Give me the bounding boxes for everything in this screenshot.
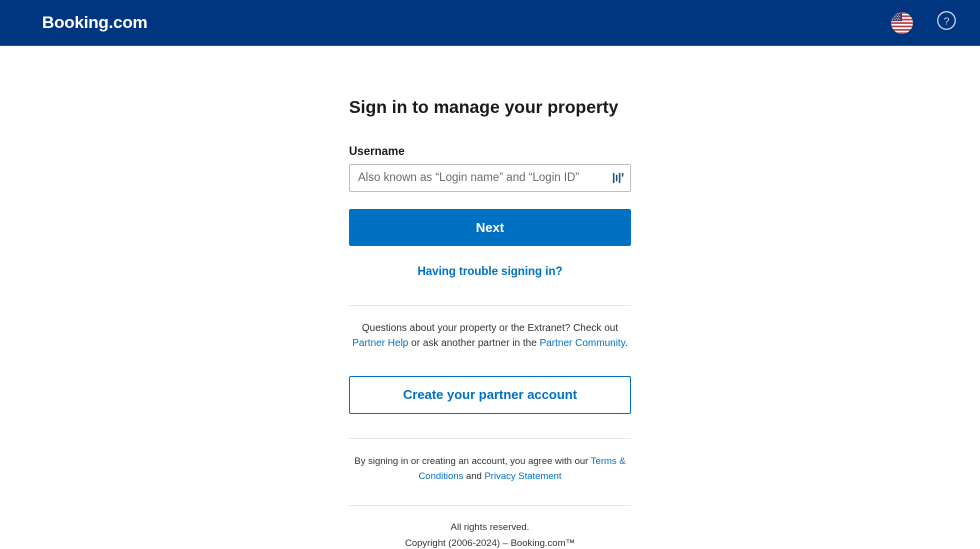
password-manager-icon[interactable]: [612, 171, 625, 184]
page-title: Sign in to manage your property: [349, 97, 619, 117]
privacy-statement-link[interactable]: Privacy Statement: [484, 471, 561, 482]
main-content: Sign in to manage your property Username…: [0, 46, 980, 549]
question-mark-circle-icon: ?: [936, 10, 957, 36]
help-text-part2: or ask another partner in the: [408, 338, 540, 350]
legal-text-part1: By signing in or creating an account, yo…: [354, 455, 591, 467]
language-selector-button[interactable]: [890, 11, 914, 35]
partner-help-link[interactable]: Partner Help: [352, 338, 408, 349]
svg-text:?: ?: [943, 15, 949, 27]
next-button[interactable]: Next: [349, 208, 631, 246]
username-input[interactable]: [349, 163, 631, 192]
username-label: Username: [349, 145, 405, 158]
trouble-signing-in-link[interactable]: Having trouble signing in?: [349, 266, 631, 278]
help-text-part3: .: [624, 338, 628, 350]
header-actions: ?: [890, 10, 958, 36]
app-header: Booking.com ?: [0, 0, 980, 46]
booking-logo[interactable]: Booking.com: [42, 14, 148, 31]
help-button[interactable]: ?: [934, 10, 958, 36]
divider-top: [349, 304, 631, 306]
divider-bottom: [349, 505, 631, 507]
username-input-wrapper: [349, 163, 631, 192]
partner-help-text: Questions about your property or the Ext…: [349, 321, 631, 352]
create-partner-account-button[interactable]: Create your partner account: [349, 375, 631, 414]
help-text-part1: Questions about your property or the Ext…: [361, 322, 619, 334]
us-flag-icon: [891, 11, 913, 34]
partner-community-link[interactable]: Partner Community: [540, 338, 625, 349]
divider-middle: [349, 437, 631, 439]
legal-text-part2: and: [463, 470, 485, 482]
footer-line-1: All rights reserved.: [450, 522, 530, 534]
signin-card: Sign in to manage your property Username…: [349, 96, 631, 549]
legal-agreement-text: By signing in or creating an account, yo…: [349, 454, 631, 484]
footer-line-2: Copyright (2006-2024) – Booking.com™: [404, 537, 576, 549]
footer-copyright: All rights reserved. Copyright (2006-202…: [349, 520, 631, 549]
